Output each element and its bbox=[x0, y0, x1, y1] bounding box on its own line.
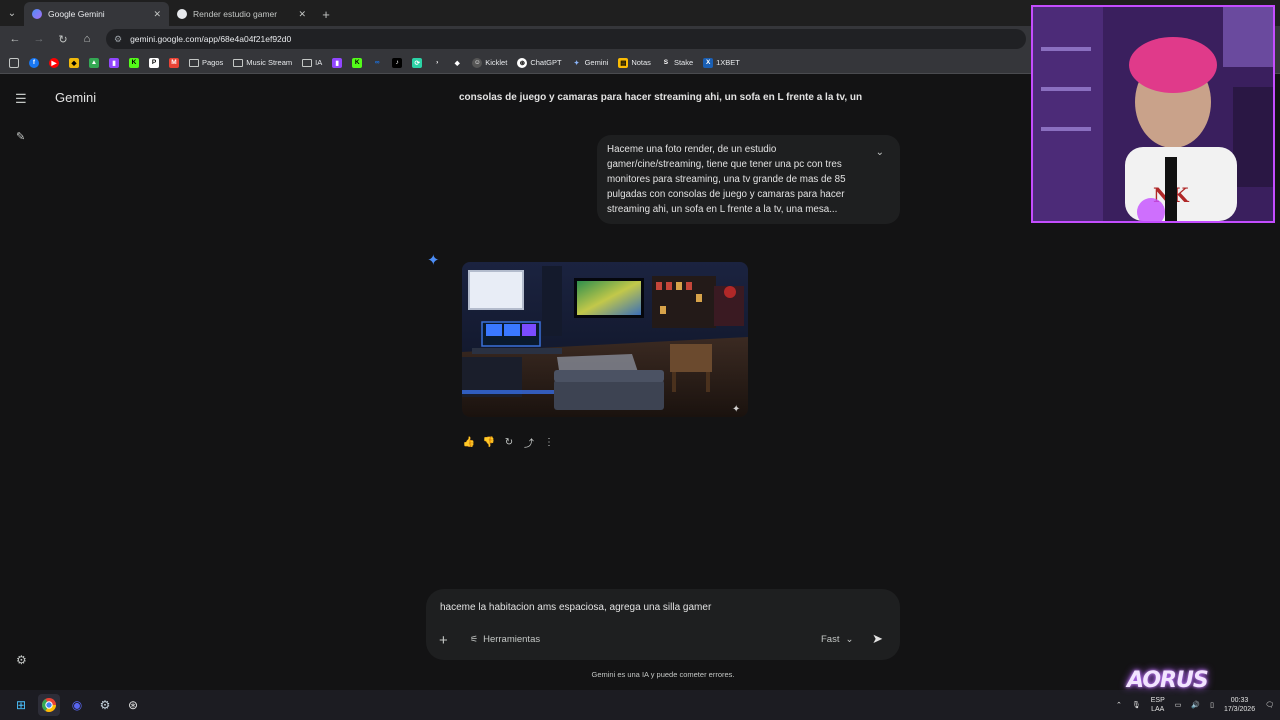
bookmark-1xbet[interactable]: X 1XBET bbox=[700, 54, 743, 72]
folder-icon bbox=[302, 58, 313, 67]
facebook-bookmark-icon[interactable]: f bbox=[26, 54, 42, 72]
twitch-dashboard-bookmark-icon[interactable]: ▮ bbox=[329, 54, 345, 72]
settings-gear-icon[interactable]: ⚙ bbox=[16, 653, 27, 667]
tab-google-gemini[interactable]: Google Gemini ✕ bbox=[24, 2, 169, 26]
previous-user-message-fragment: consolas de juego y camaras para hacer s… bbox=[459, 92, 863, 103]
mode-label: Fast bbox=[821, 634, 840, 645]
tab-title: Google Gemini bbox=[48, 9, 105, 19]
youtube-bookmark-icon[interactable]: ▶ bbox=[46, 54, 62, 72]
thumbs-down-icon[interactable]: 👎 bbox=[482, 435, 496, 449]
patreon-bookmark-icon[interactable]: P bbox=[146, 54, 162, 72]
windows-taskbar: ⊞ ◉ ⚙ ⊛ ⌃ 🎙 ESP LAA ▭ 🔊 ▯ 00:33 17/3/202… bbox=[0, 690, 1280, 720]
tools-sliders-icon: ⚟ bbox=[470, 634, 479, 644]
tools-bookmark-icon[interactable]: ⟳ bbox=[409, 54, 425, 72]
microphone-icon[interactable]: 🎙 bbox=[1132, 701, 1141, 709]
bookmark-kicklet[interactable]: ☺ Kicklet bbox=[469, 54, 510, 72]
model-mode-selector[interactable]: Fast ⌄ bbox=[821, 634, 853, 645]
add-attachment-plus-icon[interactable]: + bbox=[439, 632, 448, 649]
system-tray: ⌃ 🎙 ESP LAA ▭ 🔊 ▯ 00:33 17/3/2026 🗨 bbox=[1116, 690, 1274, 720]
steam-taskbar-icon[interactable]: ⚙ bbox=[94, 694, 116, 716]
network-icon[interactable]: ▭ bbox=[1175, 701, 1182, 709]
streamer-webcam-overlay: NK bbox=[1031, 5, 1275, 223]
kick-dashboard-bookmark-icon[interactable]: K bbox=[349, 54, 365, 72]
tab-title: Render estudio gamer bbox=[193, 9, 278, 19]
home-icon[interactable]: ⌂ bbox=[76, 28, 98, 50]
app-taskbar-icon[interactable]: ⊛ bbox=[122, 694, 144, 716]
aorus-watermark: AORUS bbox=[1127, 668, 1209, 693]
generated-render-image[interactable]: ✦ bbox=[462, 262, 748, 417]
twitch-bookmark-icon[interactable]: ▮ bbox=[106, 54, 122, 72]
expand-chevron-icon[interactable]: ⌄ bbox=[876, 145, 884, 160]
prompt-composer: haceme la habitacion ams espaciosa, agre… bbox=[426, 589, 900, 660]
menu-hamburger-icon[interactable]: ☰ bbox=[15, 91, 27, 107]
drive-bookmark-icon[interactable]: ▲ bbox=[86, 54, 102, 72]
back-arrow-icon[interactable]: ← bbox=[4, 28, 26, 50]
tools-button[interactable]: ⚟ Herramientas bbox=[470, 634, 540, 645]
gemini-sparkle-icon: ✦ bbox=[427, 252, 440, 269]
apps-grid-icon[interactable] bbox=[6, 54, 22, 72]
response-actions: 👍 👎 ↻ ⤴ ⋮ bbox=[462, 435, 556, 450]
battery-icon[interactable]: ▯ bbox=[1210, 701, 1214, 709]
send-arrow-icon[interactable]: ➤ bbox=[872, 631, 883, 647]
disclaimer-text: Gemini es una IA y puede cometer errores… bbox=[591, 670, 735, 679]
kicklet-icon: ☺ bbox=[472, 57, 483, 68]
user-message-bubble: Haceme una foto render, de un estudio ga… bbox=[597, 135, 900, 224]
app-brand[interactable]: Gemini bbox=[55, 90, 96, 105]
bookmark-folder-ia[interactable]: IA bbox=[299, 54, 325, 72]
new-tab-plus-icon[interactable]: + bbox=[314, 2, 338, 26]
discord-taskbar-icon[interactable]: ◉ bbox=[66, 694, 88, 716]
site-info-icon[interactable]: ⚙ bbox=[114, 34, 122, 45]
share-icon[interactable]: ⤴ bbox=[522, 435, 536, 450]
url-omnibox[interactable]: ⚙ gemini.google.com/app/68e4a04f21ef92d0 bbox=[106, 29, 1026, 49]
folder-icon bbox=[233, 58, 244, 67]
thumbs-up-icon[interactable]: 👍 bbox=[462, 435, 476, 449]
bookmark-stake[interactable]: S Stake bbox=[658, 54, 696, 72]
svg-text:✦: ✦ bbox=[732, 404, 740, 415]
windows-start-icon[interactable]: ⊞ bbox=[10, 694, 32, 716]
prompt-input[interactable]: haceme la habitacion ams espaciosa, agre… bbox=[440, 602, 711, 613]
close-tab-icon[interactable]: ✕ bbox=[153, 9, 161, 20]
bookmark-notas[interactable]: ▤ Notas bbox=[615, 54, 654, 72]
bookmark-chatgpt[interactable]: ⊛ ChatGPT bbox=[514, 54, 564, 72]
url-text: gemini.google.com/app/68e4a04f21ef92d0 bbox=[130, 34, 292, 44]
more-options-icon[interactable]: ⋮ bbox=[542, 435, 556, 449]
stake-icon: S bbox=[663, 59, 669, 66]
tools-label: Herramientas bbox=[483, 634, 541, 645]
chatgpt-icon: ⊛ bbox=[517, 57, 528, 68]
bookmark-gemini[interactable]: ✦ Gemini bbox=[569, 54, 612, 72]
chevron-down-icon: ⌄ bbox=[845, 634, 854, 645]
clock[interactable]: 00:33 17/3/2026 bbox=[1224, 696, 1255, 714]
meta-bookmark-icon[interactable]: ∞ bbox=[369, 54, 385, 72]
user-message-text: Haceme una foto render, de un estudio ga… bbox=[607, 144, 846, 215]
bookmark-folder-music-stream[interactable]: Music Stream bbox=[230, 54, 295, 72]
bookmark-folder-pagos[interactable]: Pagos bbox=[186, 54, 226, 72]
gemini-favicon-icon bbox=[32, 9, 42, 19]
notes-icon: ▤ bbox=[618, 57, 629, 68]
volume-icon[interactable]: 🔊 bbox=[1191, 701, 1200, 709]
gemini-sparkle-icon: ✦ bbox=[573, 59, 580, 67]
chevron-bookmark-icon[interactable]: › bbox=[429, 54, 445, 72]
notification-icon[interactable]: 🗨 bbox=[1265, 701, 1274, 709]
kick-bookmark-icon[interactable]: K bbox=[126, 54, 142, 72]
language-indicator[interactable]: ESP LAA bbox=[1151, 696, 1165, 714]
gmail-bookmark-icon[interactable]: M bbox=[166, 54, 182, 72]
close-tab-icon[interactable]: ✕ bbox=[298, 9, 306, 20]
1xbet-icon: X bbox=[703, 57, 714, 68]
tab-search-chevron-icon[interactable]: ⌄ bbox=[0, 0, 24, 26]
binance-bookmark-icon[interactable]: ◆ bbox=[66, 54, 82, 72]
diamond-bookmark-icon[interactable]: ◆ bbox=[449, 54, 465, 72]
tab-render-estudio[interactable]: Render estudio gamer ✕ bbox=[169, 2, 314, 26]
forward-arrow-icon[interactable]: → bbox=[28, 28, 50, 50]
new-chat-edit-icon[interactable]: ✎ bbox=[16, 130, 25, 143]
chatgpt-favicon-icon bbox=[177, 9, 187, 19]
tray-chevron-up-icon[interactable]: ⌃ bbox=[1116, 701, 1122, 709]
reload-icon[interactable]: ↻ bbox=[52, 28, 74, 50]
side-rail: ☰ ✎ ⚙ bbox=[0, 75, 44, 690]
regenerate-icon[interactable]: ↻ bbox=[502, 435, 516, 449]
chrome-taskbar-icon[interactable] bbox=[38, 694, 60, 716]
tiktok-bookmark-icon[interactable]: ♪ bbox=[389, 54, 405, 72]
folder-icon bbox=[189, 58, 199, 67]
